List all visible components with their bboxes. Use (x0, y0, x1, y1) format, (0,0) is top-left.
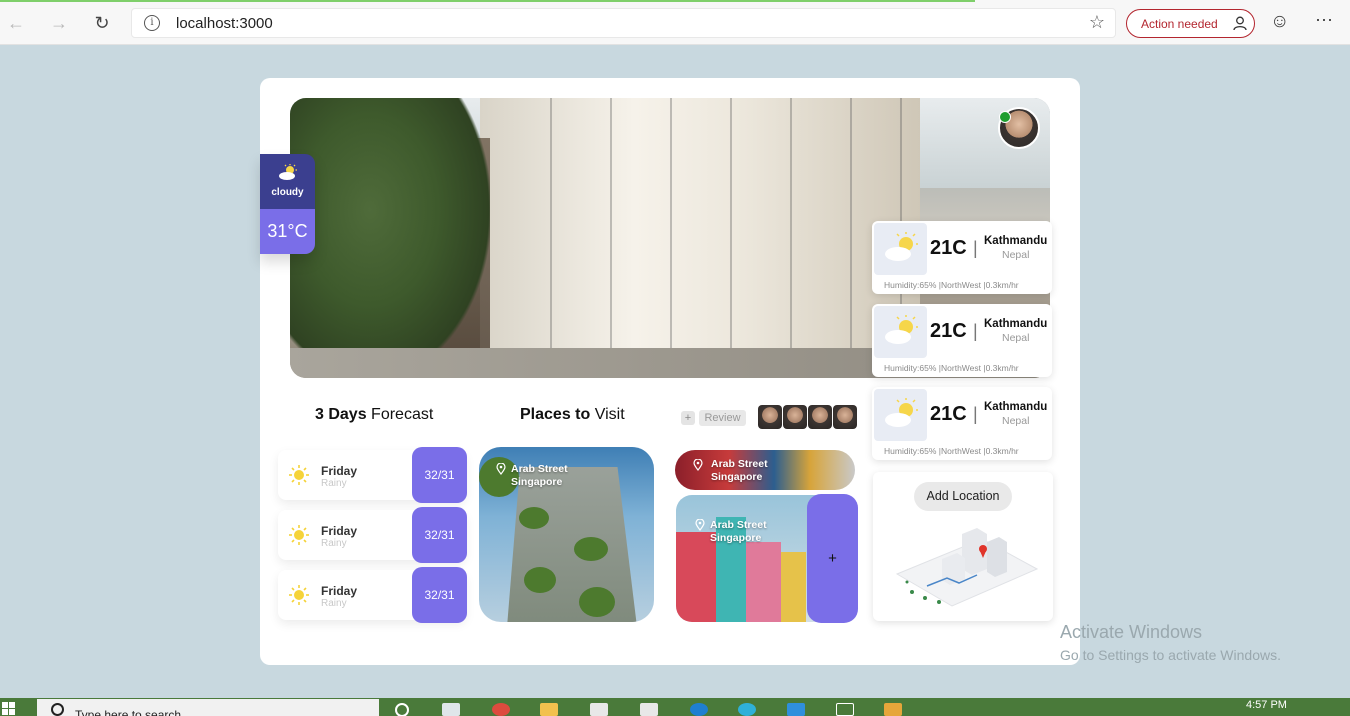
forecast-row[interactable]: Friday Rainy 32/31 (278, 507, 467, 563)
search-icon (51, 703, 64, 716)
more-options-icon[interactable]: ⋯ (1315, 10, 1334, 31)
weather-details: Humidity:65% |NorthWest |0.3km/hr (884, 280, 1019, 290)
place-label: Arab Street Singapore (511, 463, 568, 488)
sun-icon (289, 465, 309, 485)
weather-city: Kathmandu (984, 401, 1048, 413)
weather-city: Kathmandu (984, 318, 1048, 330)
weather-temp: 21C (930, 237, 967, 259)
place-card[interactable]: Arab Street Singapore (675, 450, 855, 490)
activate-windows-title: Activate Windows (1060, 622, 1203, 642)
sun-icon (289, 525, 309, 545)
weather-city: Kathmandu (984, 235, 1048, 247)
weather-details: Humidity:65% |NorthWest |0.3km/hr (884, 446, 1019, 456)
taskbar-search-box[interactable]: Type here to search (37, 699, 379, 716)
mail-icon[interactable] (640, 703, 658, 716)
action-needed-label: Action needed (1141, 16, 1218, 31)
forecast-row[interactable]: Friday Rainy 32/31 (278, 567, 467, 623)
browser-toolbar: ← → ↻ i localhost:3000 ☆ Action needed ☺… (0, 0, 1350, 45)
forward-arrow-icon[interactable]: → (46, 10, 72, 36)
forecast-condition: Rainy (321, 598, 347, 609)
task-view-icon[interactable] (442, 703, 460, 716)
address-bar[interactable]: i localhost:3000 ☆ (131, 8, 1116, 38)
place-label: Arab Street Singapore (710, 519, 767, 544)
file-explorer-icon[interactable] (540, 703, 558, 716)
weather-condition-label: cloudy (271, 187, 304, 198)
cloudy-sun-icon (278, 164, 297, 180)
forecast-day: Friday (321, 524, 358, 538)
current-weather-badge: cloudy 31°C (260, 154, 315, 254)
location-pin-icon (496, 463, 506, 475)
weather-card[interactable]: 21C | Kathmandu Nepal Humidity:65% |Nort… (872, 387, 1052, 460)
partly-cloudy-icon (874, 223, 927, 275)
edge-legacy-icon[interactable] (690, 703, 708, 716)
location-pin-icon (693, 459, 703, 471)
taskbar: Type here to search 4:57 PM (0, 698, 1350, 716)
forecast-day: Friday (321, 584, 358, 598)
profile-person-icon (1233, 16, 1247, 31)
url-text[interactable]: localhost:3000 (176, 15, 273, 32)
paint-icon[interactable] (884, 703, 902, 716)
place-label: Arab Street Singapore (711, 458, 768, 483)
reviewer-avatar[interactable] (808, 405, 832, 429)
cortana-icon[interactable] (395, 703, 409, 716)
review-button[interactable]: Review (699, 410, 746, 426)
action-needed-button[interactable]: Action needed (1126, 9, 1255, 38)
forecast-condition: Rainy (321, 478, 347, 489)
forecast-temp: 32/31 (412, 447, 467, 503)
reviewer-avatar[interactable] (758, 405, 782, 429)
add-location-card: Add Location (873, 472, 1053, 621)
forecast-condition: Rainy (321, 538, 347, 549)
weather-card[interactable]: 21C | Kathmandu Nepal Humidity:65% |Nort… (872, 221, 1052, 294)
windows-start-icon[interactable] (2, 702, 16, 716)
forecast-title: 3 Days Forecast (315, 406, 434, 423)
weather-details: Humidity:65% |NorthWest |0.3km/hr (884, 363, 1019, 373)
vscode-icon[interactable] (787, 703, 805, 716)
forecast-day: Friday (321, 464, 358, 478)
activate-windows-subtitle: Go to Settings to activate Windows. (1060, 647, 1281, 663)
place-card[interactable]: Arab Street Singapore (479, 447, 654, 622)
current-temperature: 31°C (260, 209, 315, 254)
refresh-icon[interactable]: ↻ (89, 10, 115, 36)
favorite-star-icon[interactable]: ☆ (1089, 12, 1105, 33)
partly-cloudy-icon (874, 389, 927, 441)
taskbar-clock[interactable]: 4:57 PM (1246, 699, 1287, 711)
edge-icon[interactable] (738, 703, 756, 716)
sun-icon (289, 585, 309, 605)
location-pin-icon (695, 519, 705, 531)
partly-cloudy-icon (874, 306, 927, 358)
back-arrow-icon[interactable]: ← (3, 10, 29, 36)
forecast-row[interactable]: Friday Rainy 32/31 (278, 447, 467, 503)
weather-temp: 21C (930, 403, 967, 425)
add-location-button[interactable]: Add Location (914, 482, 1012, 511)
taskbar-search-text: Type here to search (75, 708, 182, 716)
site-info-icon[interactable]: i (144, 15, 160, 31)
online-status-dot (999, 111, 1011, 123)
forecast-temp: 32/31 (412, 567, 467, 623)
add-place-button[interactable]: + (807, 494, 858, 623)
feedback-smiley-icon[interactable]: ☺ (1270, 11, 1289, 33)
reviewer-avatar[interactable] (833, 405, 857, 429)
weather-country: Nepal (1002, 249, 1030, 261)
weather-country: Nepal (1002, 332, 1030, 344)
chrome-icon[interactable] (492, 703, 510, 716)
reviewer-avatar[interactable] (783, 405, 807, 429)
places-title: Places to Visit (520, 406, 625, 423)
review-add-button[interactable]: + (681, 411, 695, 425)
isometric-map-illustration (895, 528, 1039, 607)
weather-temp: 21C (930, 320, 967, 342)
page-load-progress (0, 0, 975, 2)
weather-country: Nepal (1002, 415, 1030, 427)
forecast-temp: 32/31 (412, 507, 467, 563)
weather-card[interactable]: 21C | Kathmandu Nepal Humidity:65% |Nort… (872, 304, 1052, 377)
snipping-tool-icon[interactable] (836, 703, 854, 716)
store-icon[interactable] (590, 703, 608, 716)
